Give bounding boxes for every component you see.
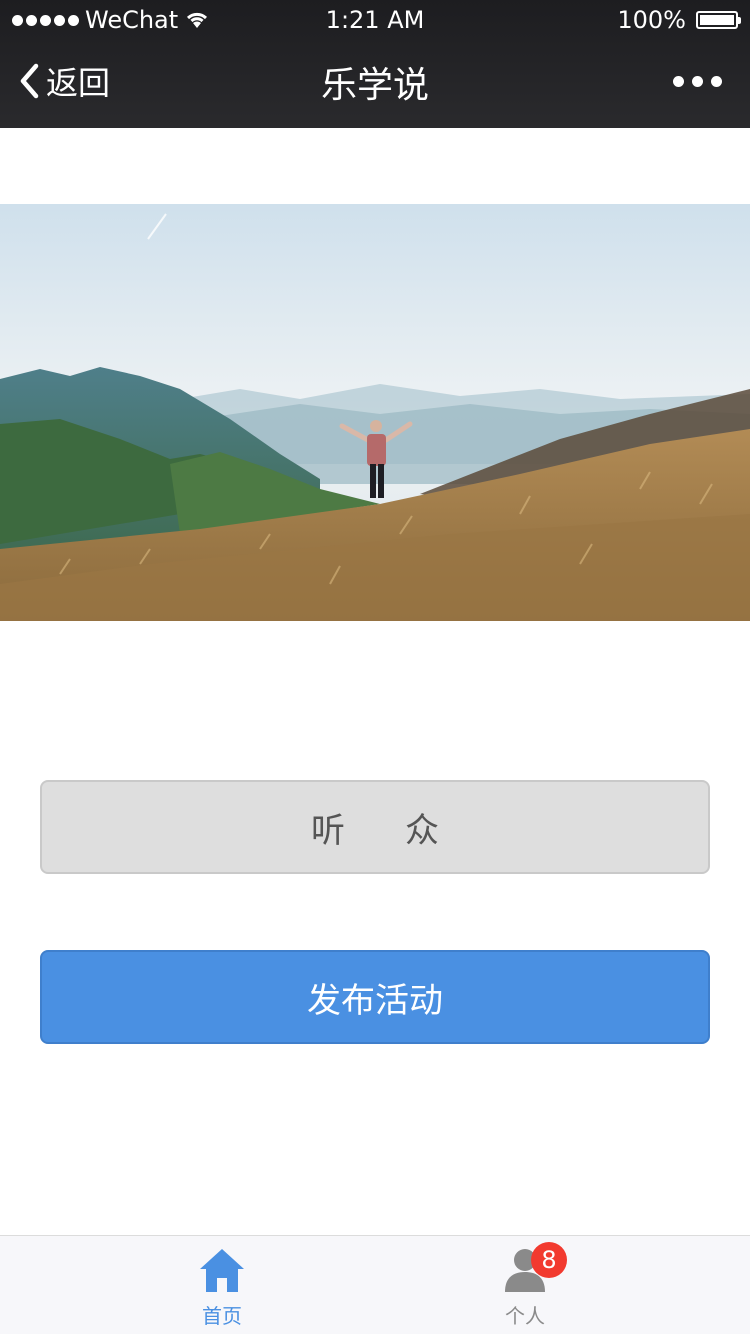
- battery-percent: 100%: [617, 6, 686, 34]
- app-page: WeChat 1:21 AM 100% 返回 乐学说 听众 发布活动 首页 8 …: [0, 0, 750, 1334]
- more-dots-icon[interactable]: [673, 76, 722, 87]
- battery-level-fill: [700, 15, 734, 25]
- tab-home[interactable]: 首页: [162, 1246, 282, 1329]
- audience-button[interactable]: 听众: [40, 780, 710, 874]
- person-icon: [465, 1246, 585, 1298]
- publish-activity-button[interactable]: 发布活动: [40, 950, 710, 1044]
- nav-bar: 返回 乐学说: [0, 40, 750, 128]
- top-bar: WeChat 1:21 AM 100% 返回 乐学说: [0, 0, 750, 128]
- tab-bar: 首页 8 个人: [0, 1235, 750, 1334]
- home-icon: [162, 1246, 282, 1298]
- page-title: 乐学说: [320, 65, 429, 106]
- notification-badge: 8: [531, 1242, 567, 1278]
- tab-personal[interactable]: 8 个人: [465, 1242, 585, 1329]
- banner-image: [0, 204, 750, 621]
- battery-icon: [696, 11, 741, 29]
- tab-personal-label: 个人: [505, 1304, 545, 1328]
- status-bar: WeChat 1:21 AM 100%: [0, 0, 750, 40]
- status-right: 100%: [617, 6, 741, 34]
- tab-home-label: 首页: [202, 1304, 242, 1328]
